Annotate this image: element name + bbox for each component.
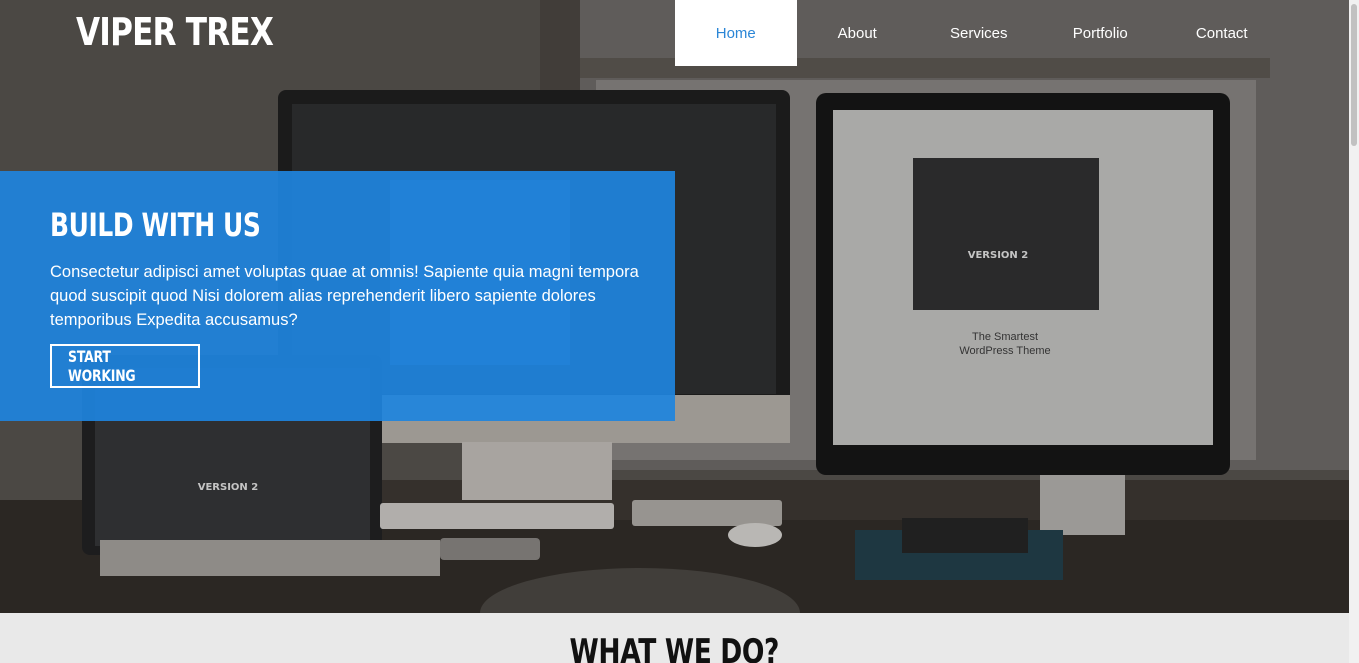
hero-title: BUILD WITH US [50, 206, 261, 244]
page-scrollbar[interactable] [1349, 0, 1359, 663]
section-title-text: WHAT WE DO? [569, 632, 780, 663]
nav-item-portfolio[interactable]: Portfolio [1040, 0, 1162, 66]
start-working-button-label: START WORKING [68, 347, 136, 385]
hero-section: The Smartest WordPress Theme VERSION 2 V… [0, 0, 1349, 613]
site-logo[interactable]: VIPER TREX [76, 10, 274, 54]
site-header: VIPER TREX Home About Services Portfolio… [0, 0, 1349, 66]
start-working-button[interactable]: START WORKING [50, 344, 200, 388]
main-nav: Home About Services Portfolio Contact [675, 0, 1283, 66]
hero-description: Consectetur adipisci amet voluptas quae … [50, 263, 639, 329]
nav-item-home[interactable]: Home [675, 0, 797, 66]
nav-item-about[interactable]: About [797, 0, 919, 66]
section-title-what-we-do: WHAT WE DO? [0, 632, 1349, 663]
hero-cta-panel: BUILD WITH US Consectetur adipisci amet … [0, 171, 675, 421]
nav-item-contact[interactable]: Contact [1161, 0, 1283, 66]
scrollbar-thumb[interactable] [1351, 4, 1357, 146]
nav-item-services[interactable]: Services [918, 0, 1040, 66]
